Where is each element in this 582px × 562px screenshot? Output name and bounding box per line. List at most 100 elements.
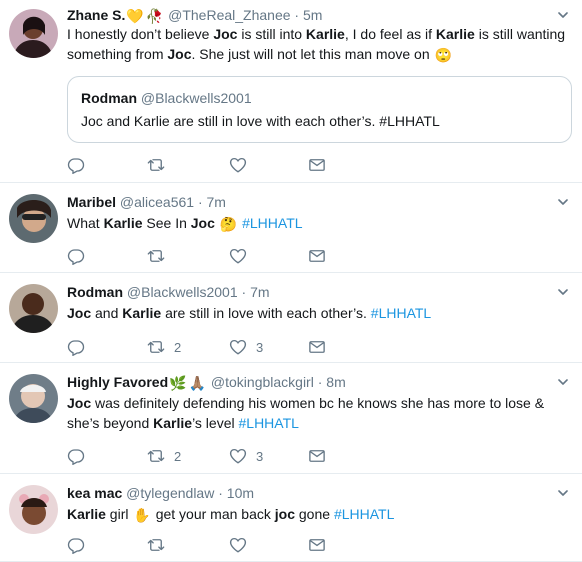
hashtag-link[interactable]: #LHHATL — [334, 506, 394, 522]
tweet-card[interactable]: Maribel @alicea561 · 7m What Karlie See I… — [0, 183, 582, 273]
tweet-card[interactable]: Highly Favored🌿 🙏🏽 @tokingblackgirl · 8m J… — [0, 363, 582, 474]
heart-icon — [229, 447, 247, 465]
heart-icon — [229, 536, 247, 554]
heart-icon — [229, 247, 247, 265]
avatar-kea-mac[interactable] — [9, 485, 58, 534]
reply-button[interactable] — [67, 446, 85, 466]
like-button[interactable] — [229, 155, 256, 175]
highlighted-keyword: Joc — [67, 305, 92, 321]
timestamp[interactable]: 7m — [250, 284, 269, 300]
tweet-text: Karlie girl ✋ get your man back joc gone… — [67, 504, 572, 524]
user-handle[interactable]: @alicea561 — [120, 194, 194, 210]
avatar-zhane[interactable] — [9, 9, 58, 58]
highlighted-keyword: joc — [274, 506, 295, 522]
reply-icon — [67, 156, 85, 174]
user-handle[interactable]: @tokingblackgirl — [211, 374, 314, 390]
quoted-tweet[interactable]: Rodman @Blackwells2001 Joc and Karlie are… — [67, 76, 572, 143]
like-button[interactable] — [229, 246, 256, 266]
separator-dot: · — [214, 485, 227, 501]
retweet-button[interactable] — [147, 155, 174, 175]
highlighted-keyword: Joc — [190, 215, 215, 231]
retweet-icon — [147, 156, 165, 174]
tweet-actions: 23 — [67, 446, 367, 466]
tweet-card[interactable]: kea mac @tylegendlaw · 10m Karlie girl ✋ … — [0, 474, 582, 562]
tweet-feed: Zhane S.💛 🥀 @TheReal_Zhanee · 5m I honestl… — [0, 0, 582, 562]
thinking-emoji: 🤔 — [219, 216, 238, 232]
heart-icon — [229, 156, 247, 174]
retweet-button[interactable] — [147, 535, 174, 555]
chevron-down-icon[interactable] — [558, 377, 568, 387]
highlighted-keyword: Joc — [67, 395, 92, 411]
timestamp[interactable]: 10m — [227, 485, 254, 501]
retweet-button[interactable] — [147, 246, 174, 266]
tweet-text-line: she’s beyond Karlie’s level #LHHATL — [67, 413, 572, 433]
name-emoji: 💛 — [126, 8, 144, 24]
display-name[interactable]: Zhane S. — [67, 7, 125, 23]
hashtag-link[interactable]: #LHHATL — [239, 415, 299, 431]
user-handle[interactable]: @tylegendlaw — [126, 485, 214, 501]
reply-icon — [67, 447, 85, 465]
avatar-highly-favored[interactable] — [9, 374, 58, 423]
tweet-text-fragment: get your man back — [151, 506, 275, 522]
user-handle[interactable]: @TheReal_Zhanee — [168, 7, 290, 23]
retweet-button[interactable]: 2 — [147, 446, 181, 466]
retweet-count: 2 — [174, 339, 182, 355]
direct-message-button[interactable] — [308, 337, 326, 357]
avatar-maribel[interactable] — [9, 194, 58, 243]
reply-button[interactable] — [67, 337, 85, 357]
highlighted-keyword: Karlie — [103, 215, 143, 231]
tweet-text-fragment: ’s level — [192, 415, 239, 431]
reply-button[interactable] — [67, 535, 85, 555]
highlighted-keyword: Karlie — [435, 26, 475, 42]
timestamp[interactable]: 7m — [207, 194, 226, 210]
display-name[interactable]: Rodman — [67, 284, 123, 300]
like-button[interactable]: 3 — [229, 337, 263, 357]
timestamp[interactable]: 5m — [303, 7, 322, 23]
tweet-card[interactable]: Zhane S.💛 🥀 @TheReal_Zhanee · 5m I honestl… — [0, 0, 582, 183]
chevron-down-icon[interactable] — [558, 488, 568, 498]
chevron-down-icon[interactable] — [558, 10, 568, 20]
eye-roll-emoji: 🙄 — [434, 47, 452, 63]
highlighted-keyword: Joc — [213, 26, 238, 42]
direct-message-button[interactable] — [308, 246, 326, 266]
like-button[interactable] — [229, 535, 256, 555]
display-name[interactable]: Maribel — [67, 194, 116, 210]
direct-message-button[interactable] — [308, 446, 326, 466]
tweet-actions — [67, 155, 367, 175]
retweet-button[interactable]: 2 — [147, 337, 181, 357]
tweet-text-fragment: See In — [142, 215, 191, 231]
user-handle[interactable]: @Blackwells2001 — [127, 284, 238, 300]
highlighted-keyword: Karlie — [122, 305, 162, 321]
message-icon — [308, 447, 326, 465]
chevron-down-icon[interactable] — [558, 197, 568, 207]
separator-dot: · — [194, 194, 207, 210]
like-count: 3 — [256, 339, 264, 355]
tweet-text-fragment: are still in love with each other’s. — [161, 305, 371, 321]
direct-message-button[interactable] — [308, 535, 326, 555]
display-name[interactable]: kea mac — [67, 485, 122, 501]
tweet-header: Rodman @Blackwells2001 · 7m — [67, 283, 270, 301]
quoted-user-handle: @Blackwells2001 — [140, 90, 252, 106]
tweet-card[interactable]: Rodman @Blackwells2001 · 7m Joc and Karli… — [0, 273, 582, 363]
hashtag-link[interactable]: #LHHATL — [371, 305, 431, 321]
display-name[interactable]: Highly Favored — [67, 374, 168, 390]
raised-hand-emoji: ✋ — [133, 507, 151, 523]
reply-icon — [67, 247, 85, 265]
tweet-text-fragment: is still into — [237, 26, 306, 42]
like-button[interactable]: 3 — [229, 446, 263, 466]
timestamp[interactable]: 8m — [326, 374, 345, 390]
name-emoji: 🌿 — [169, 375, 187, 391]
name-emoji: 🙏🏽 — [188, 375, 207, 391]
avatar-rodman[interactable] — [9, 284, 58, 333]
reply-button[interactable] — [67, 246, 85, 266]
tweet-text-fragment: . She just will not let this man move on — [191, 46, 434, 62]
retweet-icon — [147, 536, 165, 554]
quoted-tweet-text: Joc and Karlie are still in love with ea… — [81, 113, 440, 129]
reply-button[interactable] — [67, 155, 85, 175]
hashtag-link[interactable]: #LHHATL — [242, 215, 302, 231]
tweet-header: Zhane S.💛 🥀 @TheReal_Zhanee · 5m — [67, 6, 322, 24]
chevron-down-icon[interactable] — [558, 287, 568, 297]
message-icon — [308, 247, 326, 265]
direct-message-button[interactable] — [308, 155, 326, 175]
tweet-text: What Karlie See In Joc 🤔 #LHHATL — [67, 213, 572, 233]
